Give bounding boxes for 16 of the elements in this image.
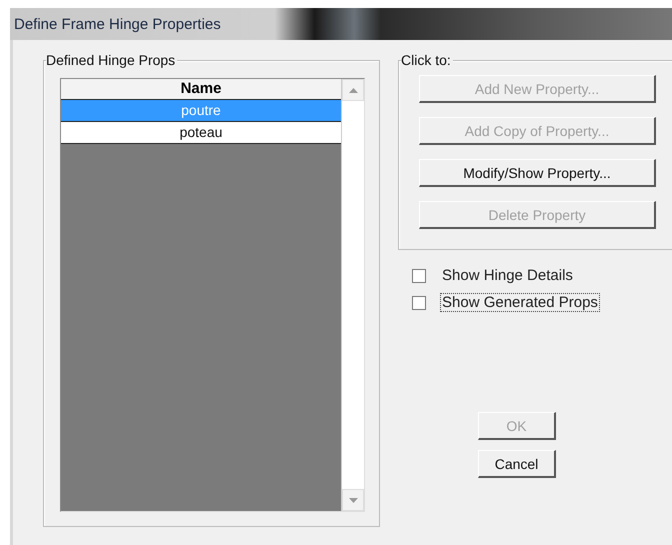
column-header[interactable]: Name (61, 79, 341, 100)
dialog-button[interactable]: Cancel (478, 450, 556, 478)
up-arrow-icon (348, 88, 358, 92)
scroll-bar[interactable] (341, 79, 364, 511)
list-item[interactable]: poteau (61, 122, 341, 144)
group-title: Defined Hinge Props (46, 52, 178, 68)
down-arrow-icon (348, 498, 358, 502)
checkbox-label[interactable]: Show Hinge Details (440, 266, 575, 285)
checkbox[interactable] (412, 268, 426, 282)
action-button[interactable]: Modify/Show Property... (419, 159, 656, 187)
window-title: Define Frame Hinge Properties (14, 16, 221, 32)
checkbox[interactable] (412, 296, 426, 310)
checkbox-label[interactable]: Show Generated Props (440, 293, 600, 312)
group-title: Click to: (401, 52, 453, 68)
scroll-down-button[interactable] (342, 489, 364, 511)
scroll-up-button[interactable] (342, 79, 364, 101)
